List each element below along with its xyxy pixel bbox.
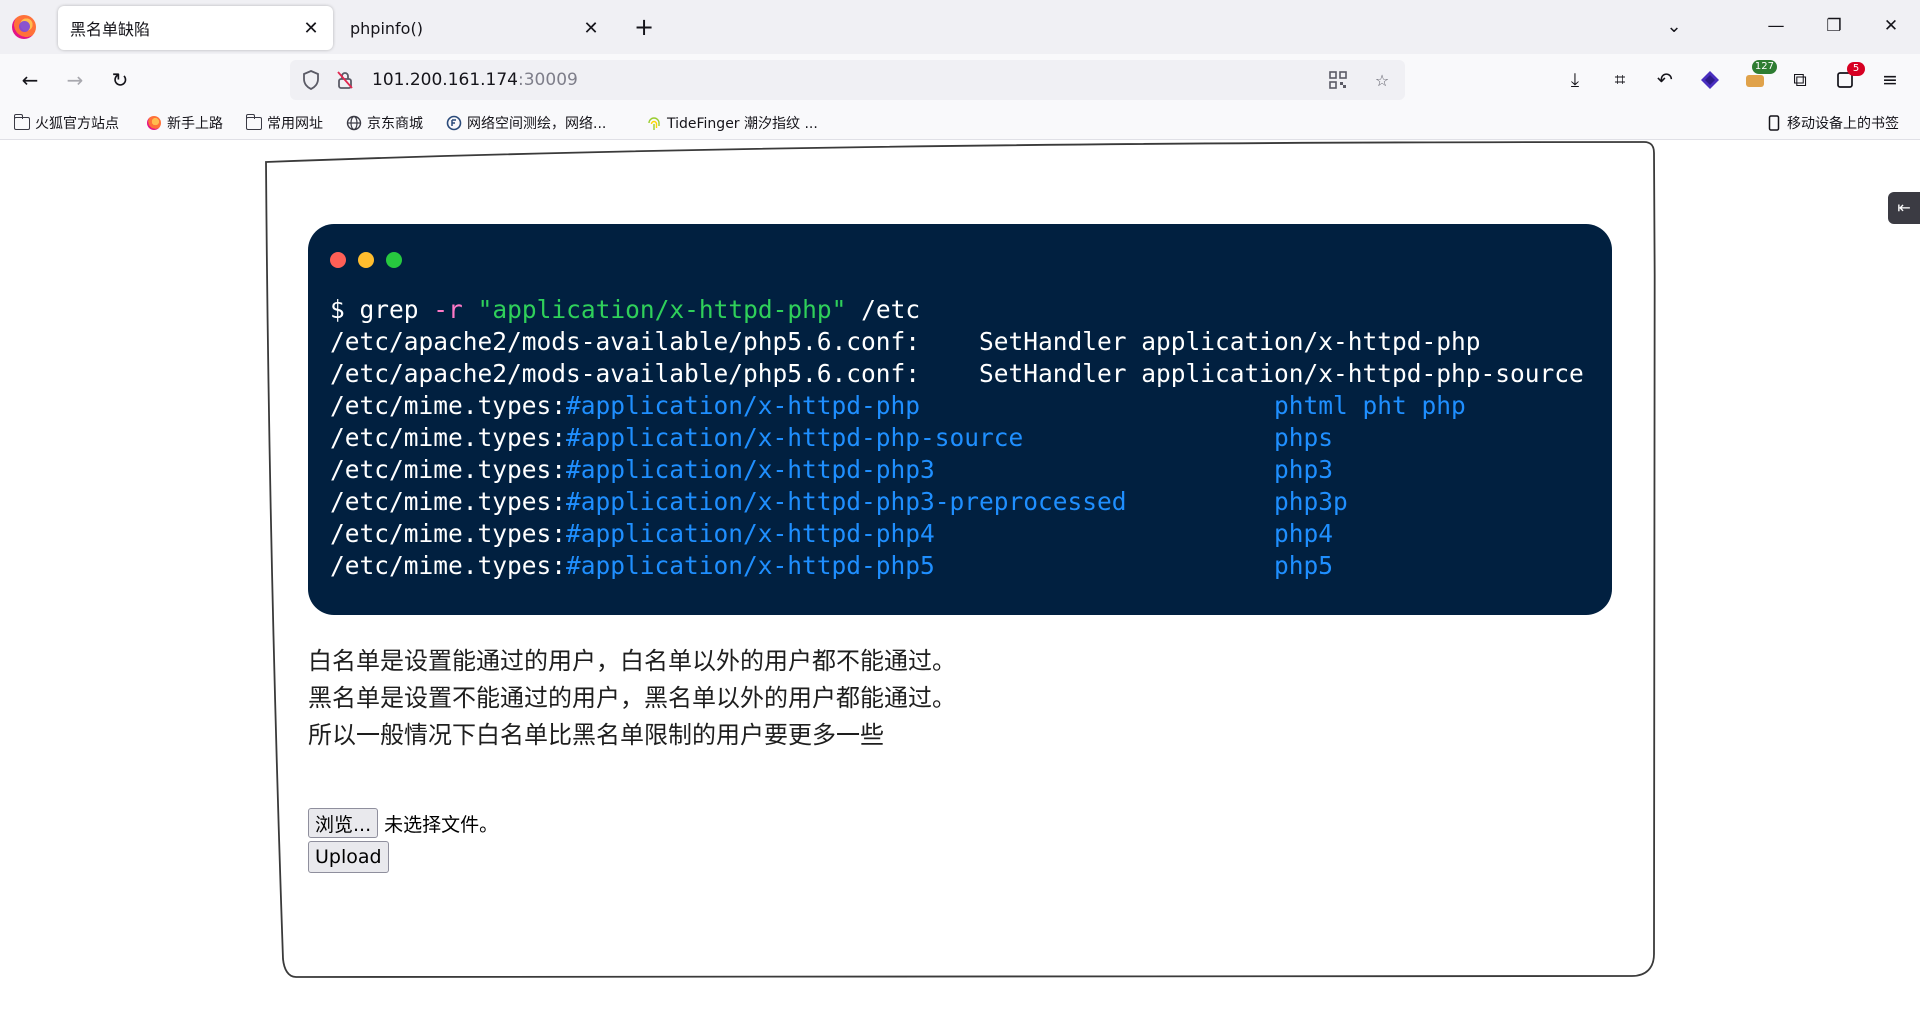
- back-icon[interactable]: ←: [16, 66, 44, 94]
- terminal-output: $ grep -r "application/x-httpd-php" /etc…: [330, 294, 1584, 582]
- close-tab-icon[interactable]: ✕: [579, 16, 603, 40]
- output-line: /etc/mime.types:#application/x-httpd-php…: [330, 455, 1334, 484]
- bookmark-item[interactable]: 火狐官方站点: [13, 112, 119, 134]
- page-content: $ grep -r "application/x-httpd-php" /etc…: [0, 141, 1920, 1030]
- qr-code-icon[interactable]: [1325, 67, 1351, 93]
- navigation-bar: ← → ↻ 101.200.161.174:30009 ☆ ⤓ ⌗ ↶ 127 …: [0, 54, 1920, 106]
- fofa-icon: [446, 115, 462, 131]
- close-window-button[interactable]: ✕: [1875, 12, 1907, 40]
- bookmark-item[interactable]: 京东商城: [346, 112, 423, 134]
- output-line: /etc/apache2/mods-available/php5.6.conf:…: [330, 327, 1481, 356]
- url-port: :30009: [518, 70, 578, 90]
- download-icon[interactable]: ⤓: [1561, 66, 1589, 94]
- address-bar[interactable]: 101.200.161.174:30009 ☆: [290, 60, 1405, 100]
- tab-phpinfo[interactable]: phpinfo() ✕: [338, 6, 613, 50]
- firefox-icon: [146, 115, 162, 131]
- bookmark-label: TideFinger 潮汐指纹 ...: [667, 116, 818, 132]
- bookmark-item[interactable]: 常用网址: [245, 112, 323, 134]
- reload-icon[interactable]: ↻: [106, 66, 134, 94]
- extensions-puzzle-icon[interactable]: ⧉: [1786, 66, 1814, 94]
- bookmark-label: 京东商城: [367, 116, 423, 132]
- globe-icon: [346, 115, 362, 131]
- restore-button[interactable]: ❐: [1818, 12, 1850, 40]
- bookmark-label: 网络空间测绘，网络...: [467, 116, 607, 132]
- output-line: /etc/mime.types:#application/x-httpd-php…: [330, 391, 1466, 420]
- tab-active[interactable]: 黑名单缺陷 ✕: [58, 6, 333, 50]
- counter-badge: 127: [1751, 60, 1777, 74]
- description-line: 黑名单是设置不能通过的用户，黑名单以外的用户都能通过。: [308, 684, 956, 712]
- terminal-window: $ grep -r "application/x-httpd-php" /etc…: [308, 224, 1612, 615]
- account-notifications-icon[interactable]: 5: [1831, 62, 1865, 94]
- no-file-label: 未选择文件。: [384, 813, 499, 836]
- shield-icon[interactable]: [298, 67, 324, 93]
- folder-icon: [245, 113, 262, 131]
- file-input[interactable]: 浏览... 未选择文件。: [308, 808, 498, 838]
- bookmark-star-icon[interactable]: ☆: [1369, 67, 1395, 93]
- description-line: 白名单是设置能通过的用户，白名单以外的用户都不能通过。: [308, 647, 956, 675]
- screenshot-crop-icon[interactable]: ⌗: [1606, 66, 1634, 94]
- output-line: /etc/mime.types:#application/x-httpd-php…: [330, 519, 1334, 548]
- sidebar-collapse-icon[interactable]: ⇤: [1888, 192, 1920, 224]
- bookmark-label: 火狐官方站点: [35, 116, 119, 132]
- menu-hamburger-icon[interactable]: ≡: [1876, 66, 1904, 94]
- bookmark-item[interactable]: TideFinger 潮汐指纹 ...: [646, 112, 818, 134]
- tab-label: phpinfo(): [350, 18, 423, 38]
- mobile-bookmarks[interactable]: 移动设备上的书签: [1766, 112, 1899, 134]
- minimize-button[interactable]: —: [1760, 12, 1792, 40]
- folder-icon: [13, 113, 30, 131]
- upload-row: Upload: [308, 841, 389, 873]
- upload-button[interactable]: Upload: [308, 841, 389, 873]
- new-tab-button[interactable]: +: [630, 14, 658, 42]
- mobile-device-icon: [1766, 115, 1782, 131]
- undo-arrow-icon[interactable]: ↶: [1651, 66, 1679, 94]
- description-text: 白名单是设置能通过的用户，白名单以外的用户都不能通过。 黑名单是设置不能通过的用…: [308, 643, 956, 754]
- extension-layers-icon[interactable]: [1696, 66, 1724, 94]
- firefox-logo-icon[interactable]: [12, 15, 36, 39]
- close-dot-icon: [330, 252, 346, 268]
- bookmark-item[interactable]: 新手上路: [146, 112, 223, 134]
- bookmark-item[interactable]: 网络空间测绘，网络...: [446, 112, 606, 134]
- bookmarks-toolbar: 火狐官方站点 新手上路 常用网址 京东商城 网络空间测绘，网络... TideF…: [0, 106, 1920, 140]
- description-line: 所以一般情况下白名单比黑名单限制的用户要更多一些: [308, 721, 884, 749]
- minimize-dot-icon: [358, 252, 374, 268]
- output-line: /etc/mime.types:#application/x-httpd-php…: [330, 423, 1334, 452]
- maximize-dot-icon: [386, 252, 402, 268]
- bookmark-label: 移动设备上的书签: [1787, 116, 1899, 132]
- bookmark-label: 常用网址: [267, 116, 323, 132]
- output-line: /etc/apache2/mods-available/php5.6.conf:…: [330, 359, 1584, 388]
- close-tab-icon[interactable]: ✕: [299, 16, 323, 40]
- forward-icon[interactable]: →: [61, 66, 89, 94]
- output-line: /etc/mime.types:#application/x-httpd-php…: [330, 487, 1348, 516]
- command-line: $ grep -r "application/x-httpd-php" /etc: [330, 295, 921, 324]
- tab-label: 黑名单缺陷: [70, 20, 151, 39]
- extension-counter-icon[interactable]: 127: [1741, 60, 1777, 94]
- browse-button[interactable]: 浏览...: [308, 808, 379, 838]
- output-line: /etc/mime.types:#application/x-httpd-php…: [330, 551, 1334, 580]
- url-host: 101.200.161.174: [372, 70, 519, 90]
- url-text[interactable]: 101.200.161.174:30009: [372, 70, 578, 90]
- notification-badge: 5: [1847, 62, 1865, 76]
- tab-strip: 黑名单缺陷 ✕ phpinfo() ✕ + ⌄ — ❐ ✕: [0, 0, 1920, 54]
- fingerprint-icon: [646, 115, 662, 131]
- tab-list-chevron-icon[interactable]: ⌄: [1660, 14, 1688, 42]
- insecure-lock-icon[interactable]: [332, 67, 358, 93]
- bookmark-label: 新手上路: [167, 116, 223, 132]
